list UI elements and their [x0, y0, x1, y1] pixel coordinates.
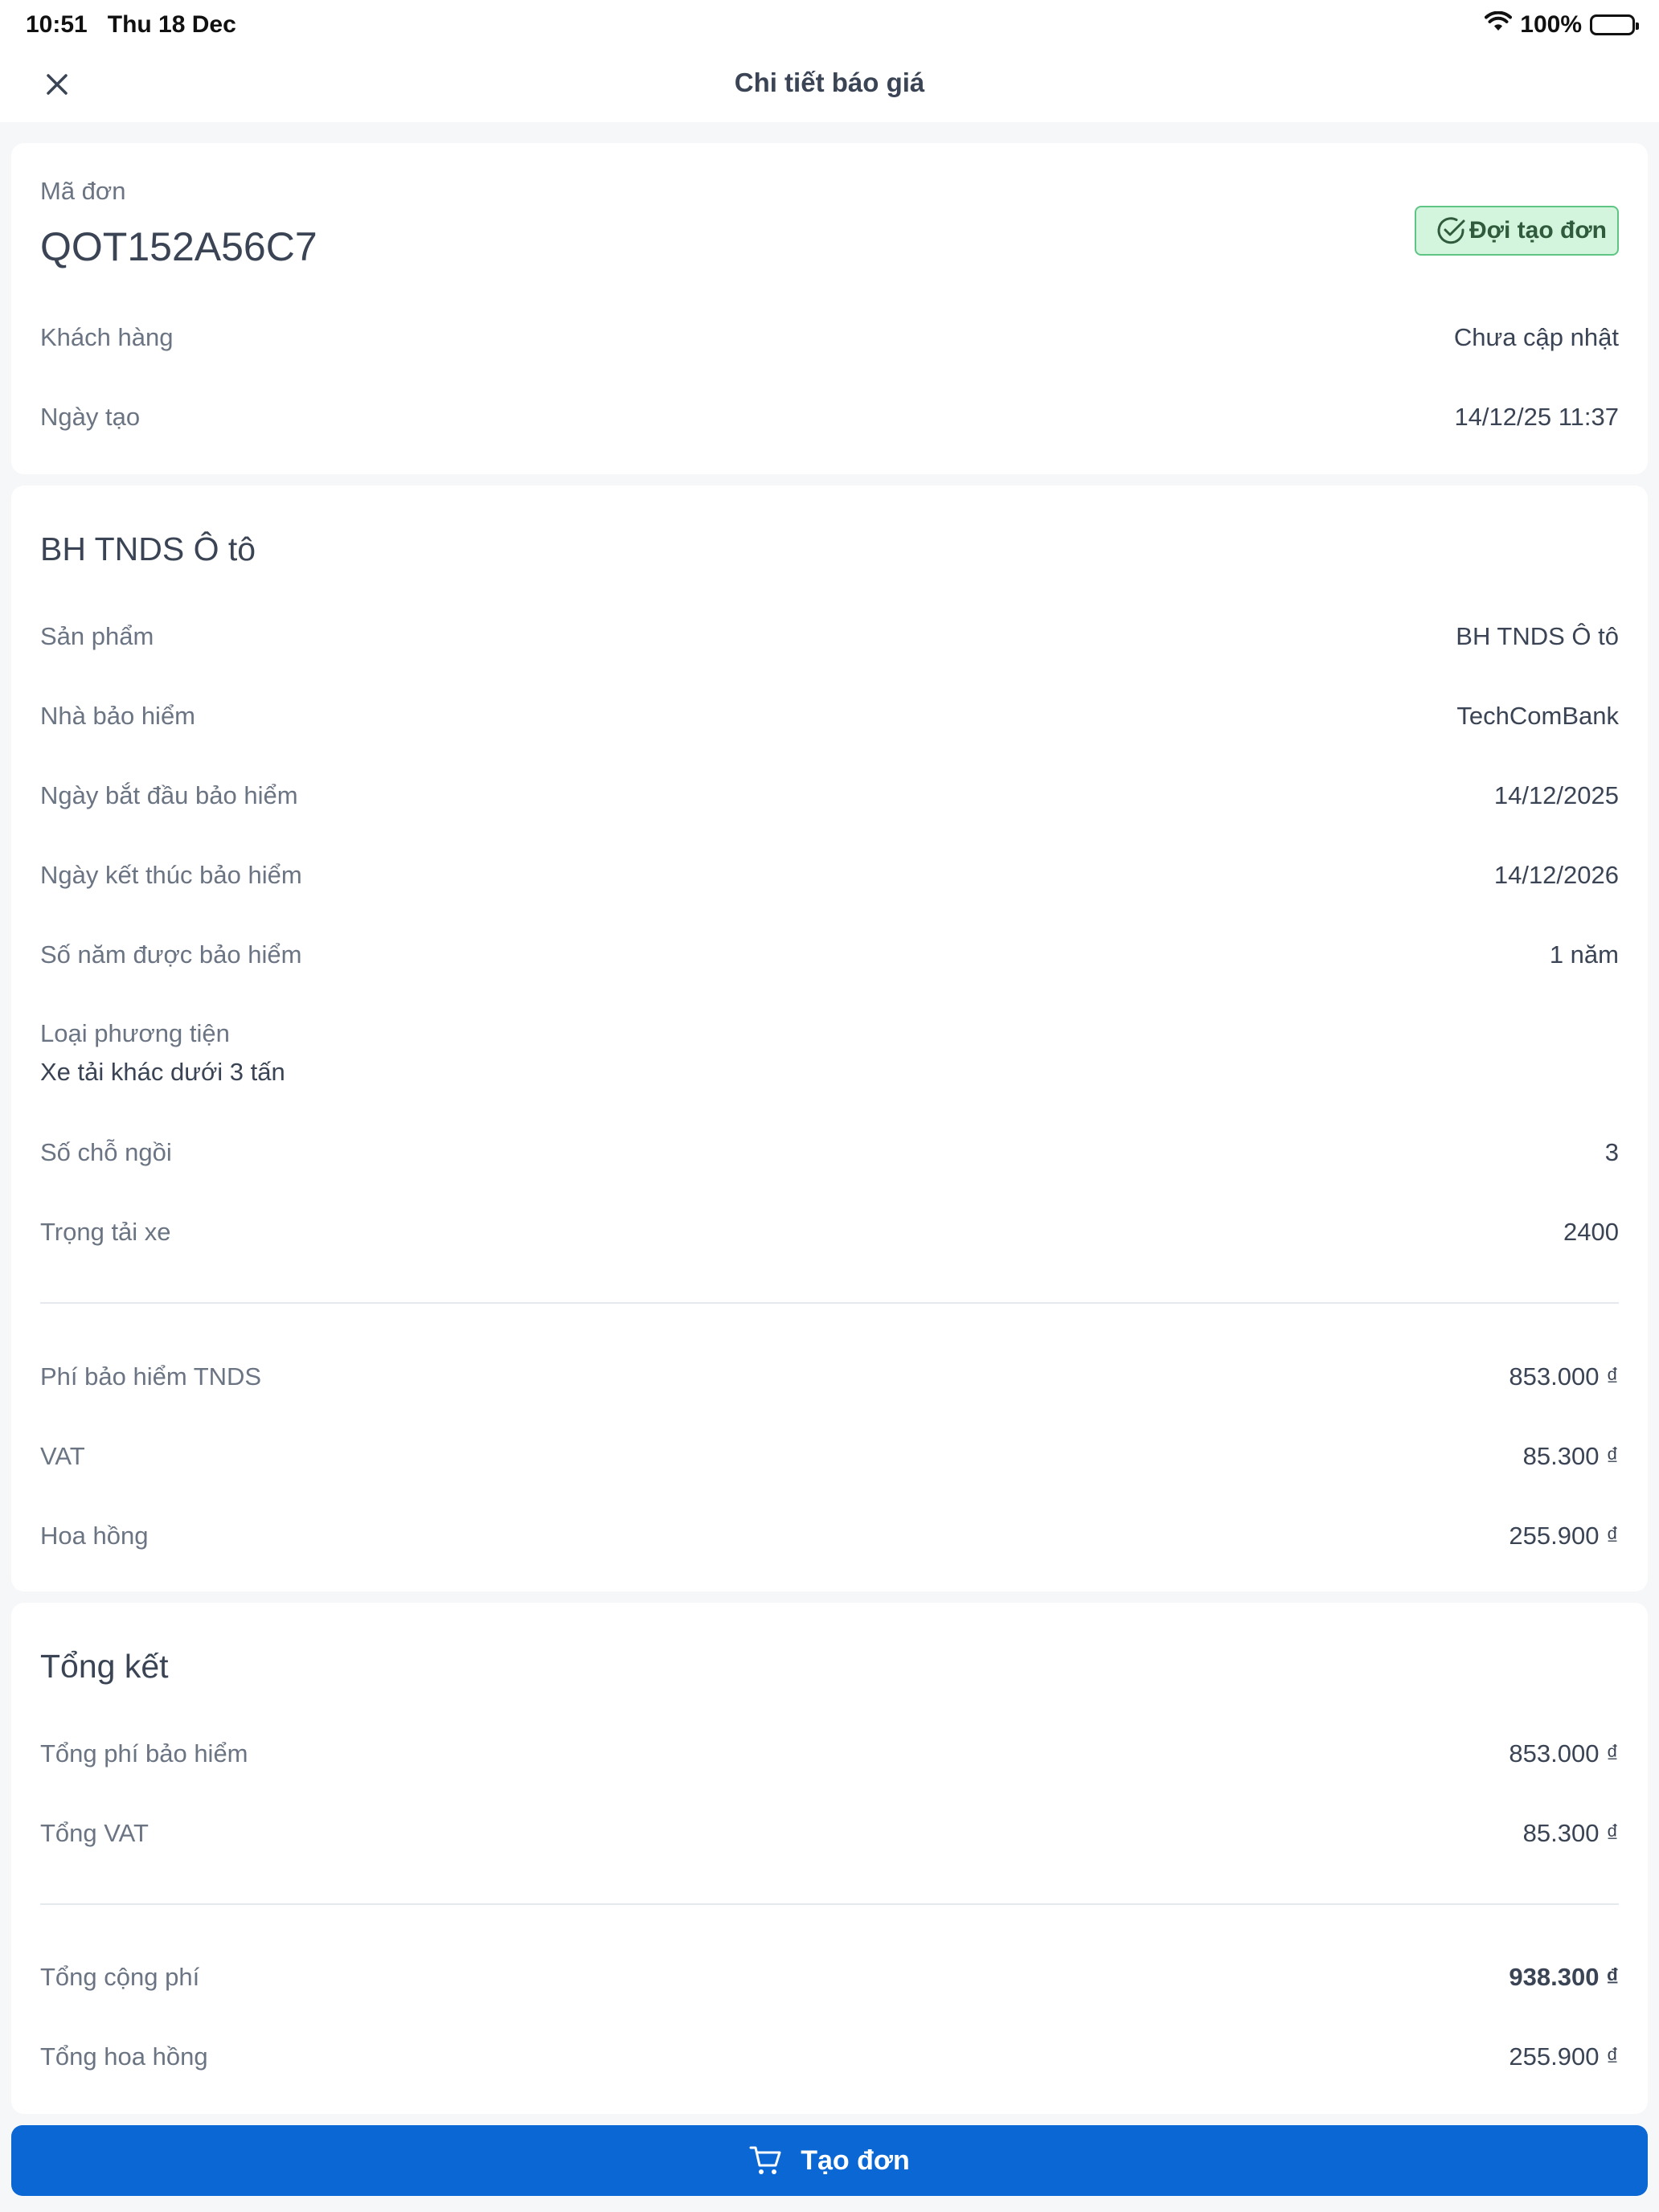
created-date-value: 14/12/25 11:37	[1454, 403, 1619, 431]
status-badge-label: Đợi tạo đơn	[1469, 217, 1607, 244]
fee-label: Hoa hồng	[40, 1522, 149, 1550]
detail-value: 2400	[1563, 1218, 1619, 1246]
fee-value: 85.300 ₫	[1522, 1442, 1619, 1470]
summary-title: Tổng kết	[40, 1648, 169, 1685]
detail-label: Số chỗ ngồi	[40, 1138, 172, 1166]
detail-row: Trọng tải xe 2400	[40, 1215, 1619, 1250]
summary-row: Tổng VAT 85.300 ₫	[40, 1816, 1619, 1851]
detail-value: TechComBank	[1456, 702, 1619, 730]
fee-row: Phí bảo hiểm TNDS 853.000 ₫	[40, 1359, 1619, 1395]
status-date: Thu 18 Dec	[107, 11, 236, 38]
fee-value: 853.000 ₫	[1509, 1362, 1619, 1391]
create-order-label: Tạo đơn	[801, 2144, 910, 2176]
commission-row: Tổng hoa hồng 255.900 ₫	[40, 2039, 1619, 2075]
vehicle-type-value: Xe tải khác dưới 3 tấn	[40, 1058, 285, 1086]
detail-row: Số năm được bảo hiểm 1 năm	[40, 937, 1619, 973]
customer-row: Khách hàng Chưa cập nhật	[40, 320, 1619, 355]
nav-bar: Chi tiết báo giá	[0, 51, 1659, 122]
detail-label: Nhà bảo hiểm	[40, 702, 196, 730]
total-label: Tổng cộng phí	[40, 1963, 200, 1991]
battery-icon	[1590, 14, 1639, 35]
order-info-card: Mã đơn QOT152A56C7 Đợi tạo đơn Khách hàn…	[11, 143, 1648, 474]
status-bar: 10:51 Thu 18 Dec 100%	[0, 0, 1659, 51]
fee-value: 255.900 ₫	[1509, 1522, 1619, 1550]
page-title: Chi tiết báo giá	[734, 68, 925, 97]
detail-value: 1 năm	[1549, 940, 1619, 969]
wifi-icon	[1485, 10, 1513, 39]
summary-label: Tổng phí bảo hiểm	[40, 1739, 248, 1768]
customer-label: Khách hàng	[40, 323, 174, 351]
detail-value: 14/12/2025	[1493, 781, 1619, 809]
detail-label: Trọng tải xe	[40, 1218, 171, 1246]
summary-value: 85.300 ₫	[1522, 1819, 1619, 1847]
cart-icon	[749, 2146, 781, 2174]
battery-percent: 100%	[1520, 11, 1582, 38]
summary-label: Tổng VAT	[40, 1819, 149, 1847]
order-code-label: Mã đơn	[40, 177, 126, 205]
detail-value: 14/12/2026	[1493, 861, 1619, 889]
order-code: QOT152A56C7	[40, 224, 317, 269]
product-section-title: BH TNDS Ô tô	[40, 530, 256, 567]
summary-value: 853.000 ₫	[1509, 1739, 1619, 1768]
detail-row: Ngày kết thúc bảo hiểm 14/12/2026	[40, 858, 1619, 893]
fee-row: VAT 85.300 ₫	[40, 1439, 1619, 1474]
customer-value: Chưa cập nhật	[1453, 323, 1619, 351]
status-time: 10:51 Thu 18 Dec	[26, 11, 236, 39]
detail-row: Ngày bắt đầu bảo hiểm 14/12/2025	[40, 778, 1619, 813]
created-date-label: Ngày tạo	[40, 403, 141, 431]
detail-row: Sản phẩm BH TNDS Ô tô	[40, 619, 1619, 654]
commission-label: Tổng hoa hồng	[40, 2042, 208, 2071]
create-order-button[interactable]: Tạo đơn	[11, 2125, 1648, 2196]
commission-value: 255.900 ₫	[1509, 2042, 1619, 2071]
divider	[40, 1903, 1619, 1905]
divider	[40, 1302, 1619, 1304]
status-indicators: 100%	[1485, 10, 1639, 39]
fee-row: Hoa hồng 255.900 ₫	[40, 1518, 1619, 1554]
detail-label: Ngày bắt đầu bảo hiểm	[40, 781, 298, 809]
detail-value: 3	[1604, 1138, 1619, 1166]
created-date-row: Ngày tạo 14/12/25 11:37	[40, 399, 1619, 435]
detail-row: Số chỗ ngồi 3	[40, 1135, 1619, 1170]
summary-card: Tổng kết Tổng phí bảo hiểm 853.000 ₫ Tổn…	[11, 1603, 1648, 2114]
total-row: Tổng cộng phí 938.300 ₫	[40, 1960, 1619, 1995]
detail-label: Sản phẩm	[40, 622, 154, 650]
detail-label: Ngày kết thúc bảo hiểm	[40, 861, 302, 889]
summary-row: Tổng phí bảo hiểm 853.000 ₫	[40, 1736, 1619, 1772]
total-value: 938.300 ₫	[1509, 1963, 1619, 1991]
check-circle-icon	[1437, 217, 1465, 244]
detail-row: Nhà bảo hiểm TechComBank	[40, 698, 1619, 734]
fee-label: Phí bảo hiểm TNDS	[40, 1362, 262, 1391]
detail-value: BH TNDS Ô tô	[1456, 622, 1619, 650]
vehicle-type-label: Loại phương tiện	[40, 1019, 230, 1047]
product-details-card: BH TNDS Ô tô Sản phẩm BH TNDS Ô tô Nhà b…	[11, 485, 1648, 1591]
detail-label: Số năm được bảo hiểm	[40, 940, 302, 969]
status-clock: 10:51	[26, 11, 88, 38]
fee-label: VAT	[40, 1442, 85, 1470]
status-badge: Đợi tạo đơn	[1415, 206, 1619, 256]
